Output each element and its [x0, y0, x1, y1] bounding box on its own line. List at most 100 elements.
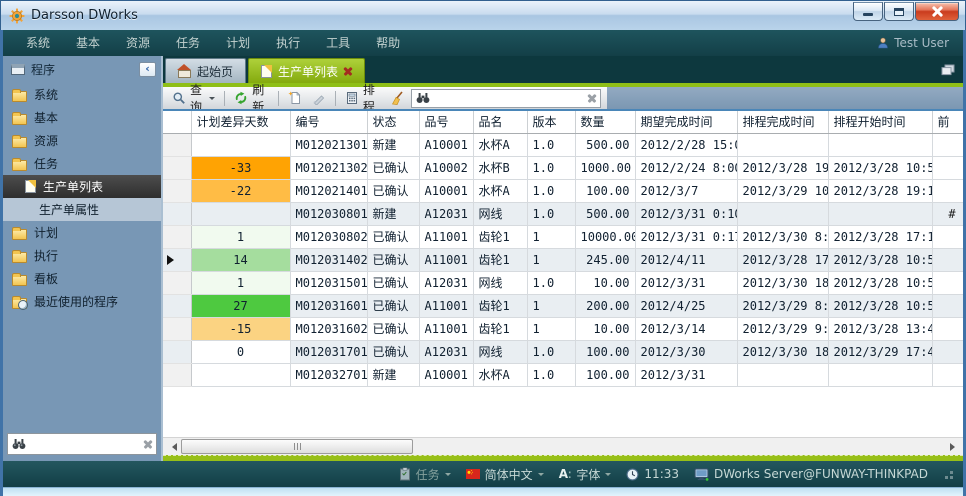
tab-list-icon[interactable] [941, 64, 955, 76]
cell-no[interactable]: M012030801 [290, 202, 367, 225]
grid-row-5[interactable]: 14M012031402已确认A11001齿轮11245.002012/4/11… [163, 248, 963, 271]
menu-item-6[interactable]: 工具 [313, 30, 363, 56]
cell-qty[interactable]: 200.00 [575, 294, 635, 317]
sidebar-item-8[interactable]: 看板 [3, 267, 161, 290]
cell-diff[interactable] [191, 133, 290, 156]
toolbar-search-clear-icon[interactable] [588, 94, 596, 102]
cell-status[interactable]: 已确认 [367, 225, 419, 248]
cell-diff[interactable]: 0 [191, 340, 290, 363]
cell-version[interactable]: 1.0 [527, 363, 575, 386]
refresh-button[interactable]: 刷新 [231, 88, 272, 108]
grid-row-0[interactable]: M012021301新建A10001水杯A1.0500.002012/2/28 … [163, 133, 963, 156]
cell-sched_start[interactable] [828, 202, 932, 225]
grid-row-9[interactable]: 0M012031701已确认A12031网线1.0100.002012/3/30… [163, 340, 963, 363]
cell-no[interactable]: M012031602 [290, 317, 367, 340]
cell-status[interactable]: 新建 [367, 363, 419, 386]
cell-no[interactable]: M012031402 [290, 248, 367, 271]
menu-item-5[interactable]: 执行 [263, 30, 313, 56]
column-header-status[interactable]: 状态 [367, 111, 419, 133]
cell-expect[interactable]: 2012/3/31 [635, 363, 737, 386]
cell-item_no[interactable]: A12031 [419, 271, 473, 294]
cell-sched_start[interactable]: 2012/3/28 13:40 [828, 317, 932, 340]
cell-extra[interactable] [932, 179, 963, 202]
cell-item_name[interactable]: 网线 [473, 202, 527, 225]
cell-extra[interactable] [932, 271, 963, 294]
close-button[interactable] [915, 2, 959, 21]
task-status-item[interactable]: 任务 [399, 466, 451, 483]
column-header-qty[interactable]: 数量 [575, 111, 635, 133]
column-header-item_no[interactable]: 品号 [419, 111, 473, 133]
cell-no[interactable]: M012031701 [290, 340, 367, 363]
cell-expect[interactable]: 2012/3/31 [635, 271, 737, 294]
cell-item_name[interactable]: 齿轮1 [473, 248, 527, 271]
cell-version[interactable]: 1.0 [527, 271, 575, 294]
tab-start-page[interactable]: 起始页 [165, 58, 246, 83]
sidebar-item-7[interactable]: 执行 [3, 244, 161, 267]
font-status-item[interactable]: A⁚ 字体 [559, 466, 612, 483]
row-indicator[interactable] [163, 156, 191, 179]
cell-item_name[interactable]: 齿轮1 [473, 294, 527, 317]
menu-item-0[interactable]: 系统 [13, 30, 63, 56]
user-indicator[interactable]: Test User [877, 36, 953, 50]
cell-sched_end[interactable]: 2012/3/30 18:00 [737, 340, 828, 363]
cell-item_name[interactable]: 网线 [473, 271, 527, 294]
column-header-item_name[interactable]: 品名 [473, 111, 527, 133]
cell-expect[interactable]: 2012/4/25 [635, 294, 737, 317]
cell-item_no[interactable]: A10001 [419, 133, 473, 156]
cell-diff[interactable]: -15 [191, 317, 290, 340]
cell-expect[interactable]: 2012/3/30 [635, 340, 737, 363]
cell-no[interactable]: M012030802 [290, 225, 367, 248]
cell-no[interactable]: M012031601 [290, 294, 367, 317]
cell-item_no[interactable]: A10001 [419, 363, 473, 386]
cell-sched_start[interactable] [828, 133, 932, 156]
cell-extra[interactable] [932, 340, 963, 363]
row-indicator[interactable] [163, 248, 191, 271]
edit-button[interactable] [309, 88, 329, 108]
cell-diff[interactable]: 1 [191, 271, 290, 294]
cell-no[interactable]: M012032701 [290, 363, 367, 386]
row-indicator[interactable] [163, 133, 191, 156]
row-indicator[interactable] [163, 363, 191, 386]
cell-item_no[interactable]: A11001 [419, 248, 473, 271]
column-header-diff[interactable]: 计划差异天数 [191, 111, 290, 133]
cell-expect[interactable]: 2012/2/24 8:00 [635, 156, 737, 179]
cell-version[interactable]: 1 [527, 317, 575, 340]
cell-item_no[interactable]: A11001 [419, 317, 473, 340]
scroll-left-button[interactable] [164, 439, 180, 455]
cell-expect[interactable]: 2012/3/31 0:17 [635, 225, 737, 248]
cell-sched_end[interactable]: 2012/3/30 8:15 [737, 225, 828, 248]
cell-item_name[interactable]: 水杯A [473, 179, 527, 202]
cell-sched_start[interactable]: 2012/3/28 10:52 [828, 248, 932, 271]
column-header-sched_start[interactable]: 排程开始时间 [828, 111, 932, 133]
maximize-button[interactable] [884, 2, 914, 21]
cell-qty[interactable]: 1000.00 [575, 156, 635, 179]
cell-extra[interactable] [932, 248, 963, 271]
cell-item_name[interactable]: 水杯A [473, 133, 527, 156]
cell-version[interactable]: 1 [527, 294, 575, 317]
menu-item-2[interactable]: 资源 [113, 30, 163, 56]
cell-extra[interactable] [932, 317, 963, 340]
menu-item-4[interactable]: 计划 [213, 30, 263, 56]
query-button[interactable]: 查询 [169, 88, 218, 108]
scrollbar-thumb[interactable] [181, 439, 413, 454]
cell-qty[interactable]: 245.00 [575, 248, 635, 271]
cell-version[interactable]: 1.0 [527, 340, 575, 363]
column-header-sched_end[interactable]: 排程完成时间 [737, 111, 828, 133]
cell-item_no[interactable]: A12031 [419, 340, 473, 363]
row-indicator[interactable] [163, 317, 191, 340]
cell-sched_end[interactable] [737, 202, 828, 225]
row-indicator[interactable] [163, 179, 191, 202]
sidebar-item-1[interactable]: 基本 [3, 106, 161, 129]
cell-version[interactable]: 1.0 [527, 202, 575, 225]
cell-expect[interactable]: 2012/3/14 [635, 317, 737, 340]
menu-item-1[interactable]: 基本 [63, 30, 113, 56]
sidebar-item-6[interactable]: 计划 [3, 221, 161, 244]
grid-row-2[interactable]: -22M012021401已确认A10001水杯A1.0100.002012/3… [163, 179, 963, 202]
cell-diff[interactable] [191, 202, 290, 225]
column-header-version[interactable]: 版本 [527, 111, 575, 133]
sidebar-search-clear-icon[interactable] [144, 440, 152, 448]
clean-button[interactable] [387, 88, 407, 108]
schedule-button[interactable]: 排程 [342, 88, 383, 108]
cell-extra[interactable] [932, 225, 963, 248]
cell-sched_end[interactable]: 2012/3/29 9:20 [737, 317, 828, 340]
